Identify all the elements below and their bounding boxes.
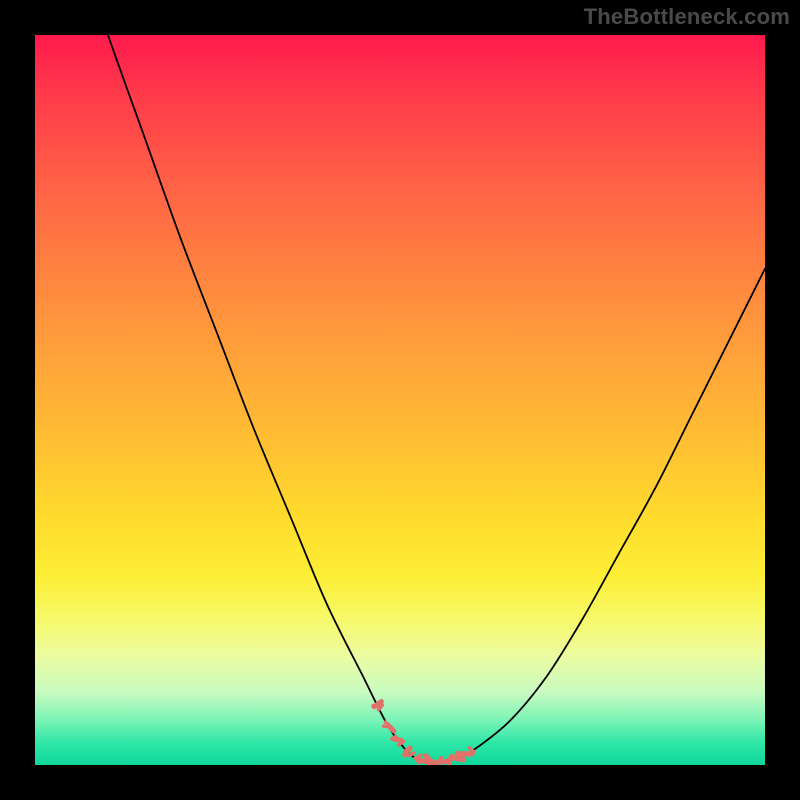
- chart-frame: TheBottleneck.com: [0, 0, 800, 800]
- trough-marker: [393, 739, 402, 741]
- watermark-text: TheBottleneck.com: [584, 4, 790, 30]
- trough-marker: [455, 759, 461, 760]
- chart-svg: [35, 35, 765, 765]
- trough-marker: [373, 706, 379, 707]
- trough-marker-group: [373, 702, 473, 765]
- trough-marker: [405, 748, 410, 751]
- plot-area: [35, 35, 765, 765]
- trough-marker: [445, 761, 451, 763]
- bottleneck-curve: [35, 35, 765, 762]
